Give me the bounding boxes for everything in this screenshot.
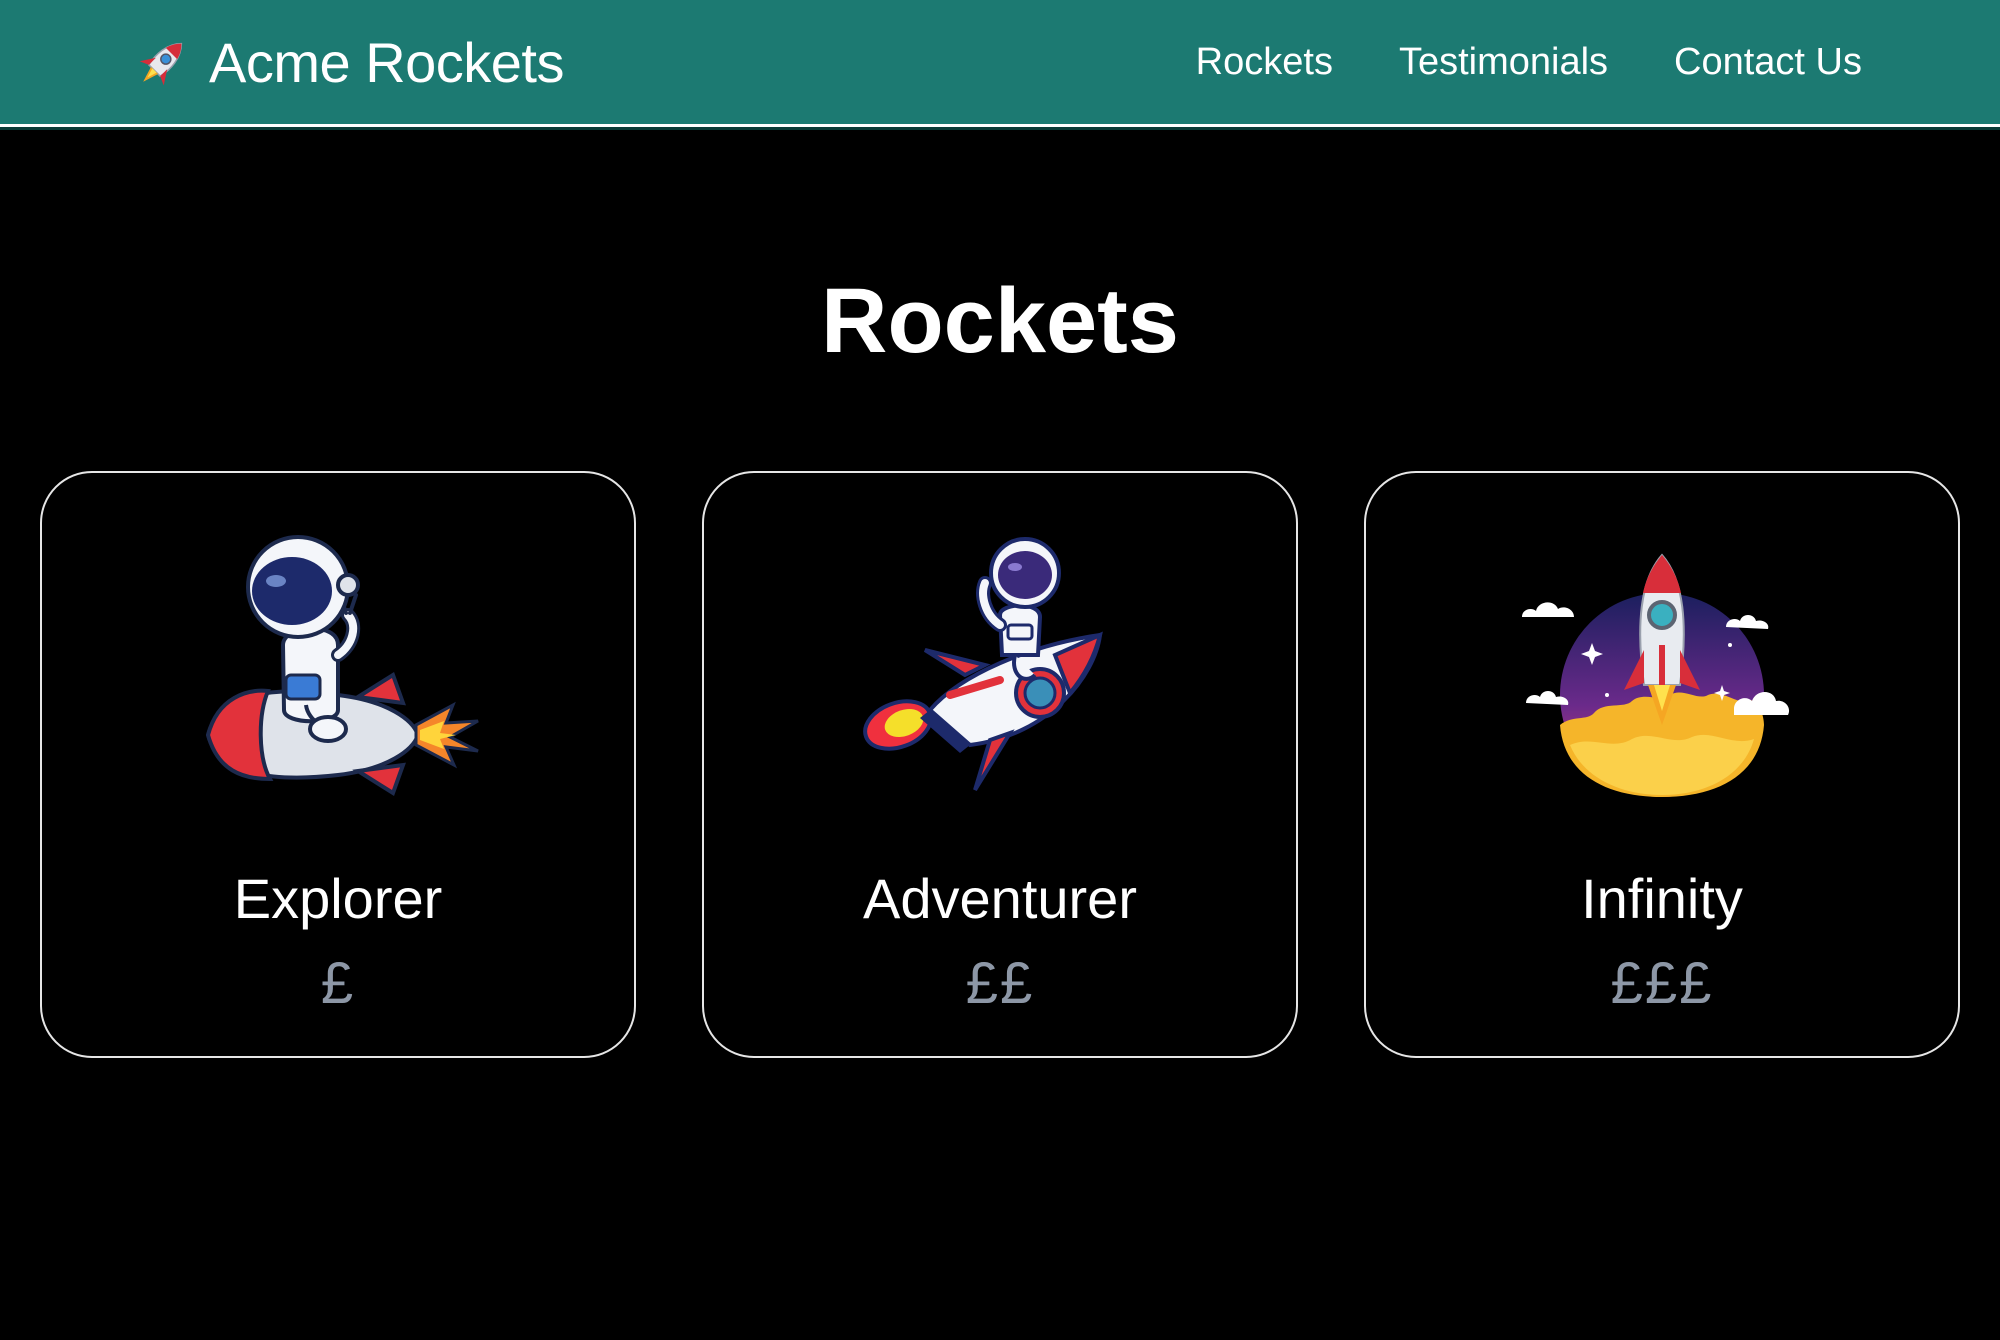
card-price: ££ [965, 951, 1035, 1016]
rocket-icon [139, 42, 183, 86]
rocket-launch-badge-image [1522, 553, 1790, 797]
top-navbar: Acme Rockets Rockets Testimonials Contac… [0, 0, 2000, 127]
main-nav: Rockets Testimonials Contact Us [1196, 41, 1862, 84]
nav-link-testimonials[interactable]: Testimonials [1399, 41, 1608, 84]
rocket-card-infinity[interactable]: Infinity £££ [1364, 471, 1960, 1058]
page-title: Rockets [821, 270, 1179, 372]
card-title: Adventurer [863, 867, 1137, 930]
card-price: £ [320, 951, 356, 1016]
astronaut-riding-rocket-image [205, 535, 479, 797]
astronaut-flying-rocket-image [863, 537, 1103, 792]
card-price: £££ [1610, 951, 1714, 1016]
rocket-cards: Explorer £ Adventurer ££ Infinity £££ [40, 471, 1960, 1058]
rocket-card-adventurer[interactable]: Adventurer ££ [702, 471, 1298, 1058]
brand-link[interactable]: Acme Rockets [133, 30, 565, 95]
card-title: Explorer [233, 867, 443, 930]
brand-name: Acme Rockets [209, 30, 565, 94]
nav-link-rockets[interactable]: Rockets [1196, 41, 1333, 84]
card-title: Infinity [1581, 867, 1743, 930]
nav-link-contact-us[interactable]: Contact Us [1674, 41, 1862, 84]
rocket-card-explorer[interactable]: Explorer £ [40, 471, 636, 1058]
